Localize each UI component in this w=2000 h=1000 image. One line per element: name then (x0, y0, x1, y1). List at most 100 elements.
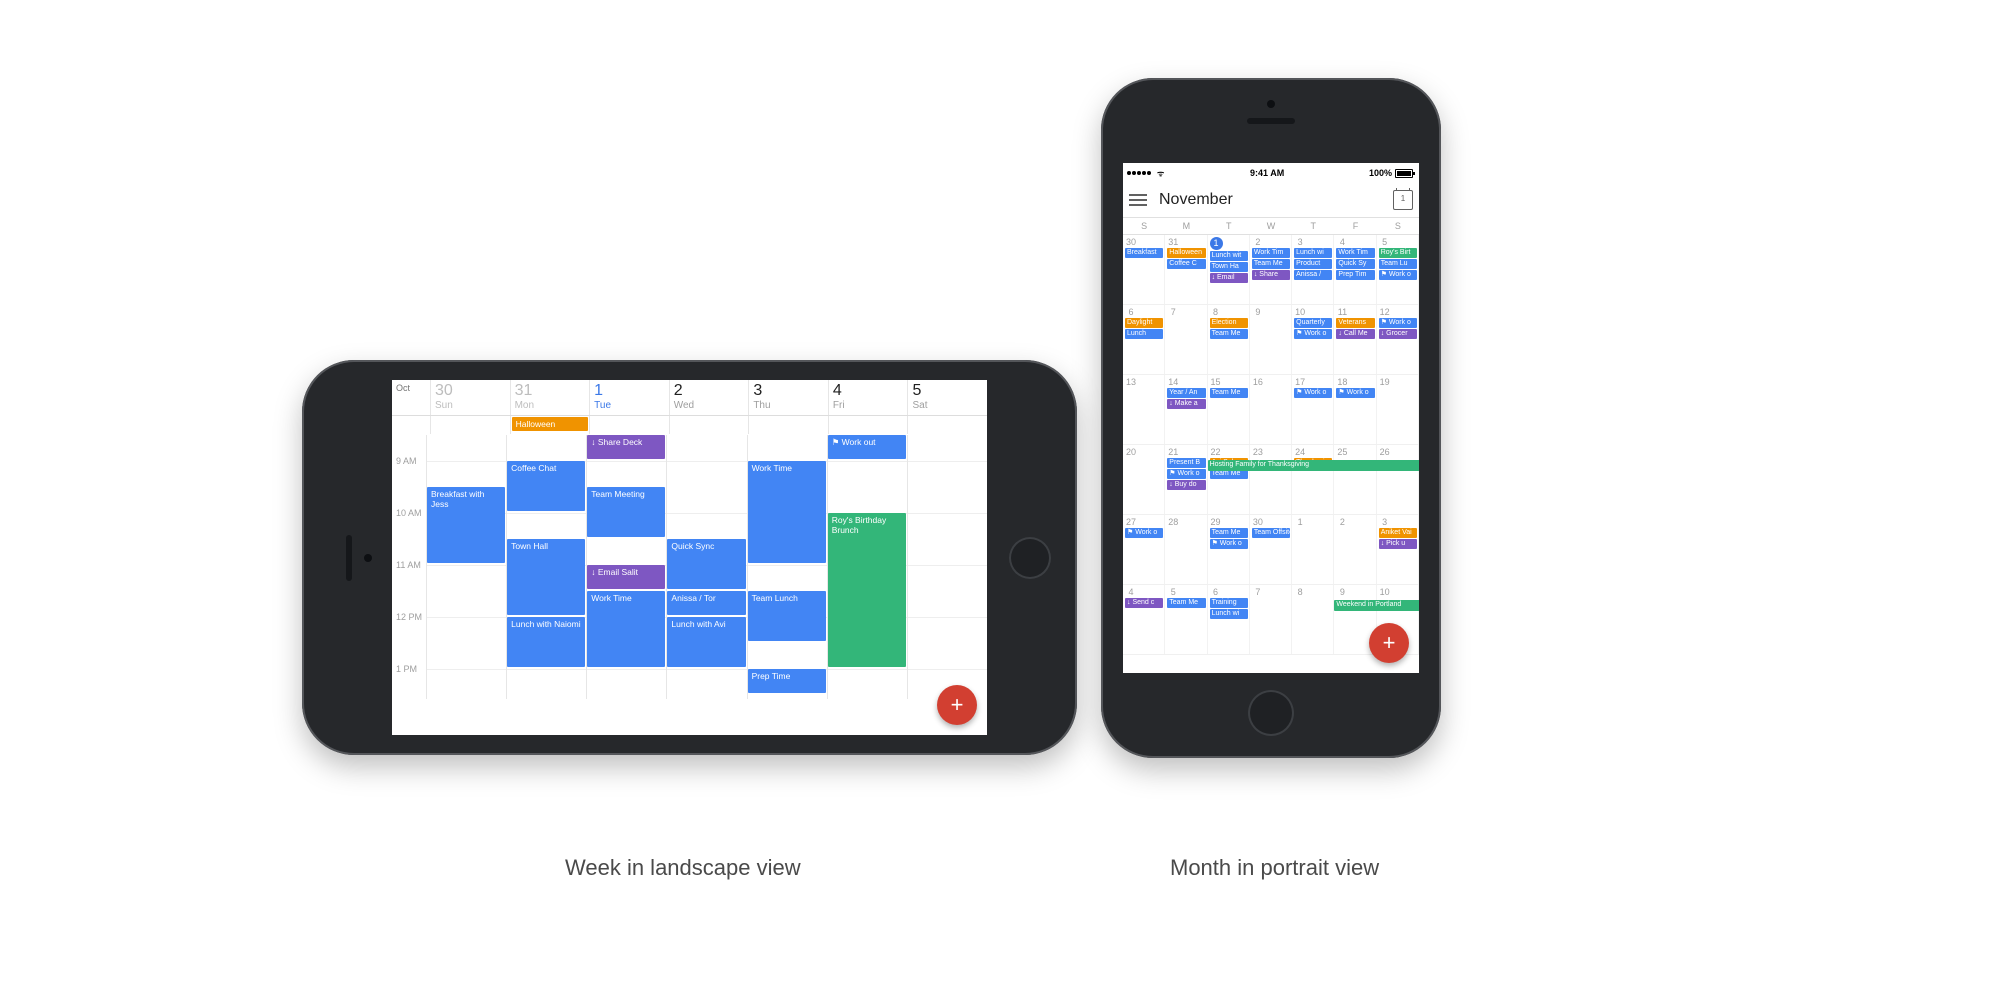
month-cell[interactable]: 26 (1377, 445, 1419, 514)
event-chip[interactable]: Breakfast (1125, 248, 1163, 258)
month-cell[interactable]: 14Year / An↓ Make a (1165, 375, 1207, 444)
week-day-header[interactable]: 2Wed (669, 380, 749, 415)
month-cell[interactable]: 1 (1292, 515, 1334, 584)
today-icon[interactable]: 1 (1393, 190, 1413, 210)
calendar-event[interactable]: Coffee Chat (507, 461, 585, 511)
event-chip[interactable]: ⚑ Work o (1294, 388, 1332, 398)
calendar-event[interactable]: Breakfast with Jess (427, 487, 505, 563)
allday-cell[interactable] (748, 416, 828, 434)
event-chip[interactable]: Town Ha (1210, 262, 1248, 272)
week-day-header[interactable]: 1Tue (589, 380, 669, 415)
calendar-event[interactable]: Quick Sync (667, 539, 745, 589)
event-chip[interactable]: Team Me (1167, 598, 1205, 608)
month-cell[interactable]: 22Avi SalzTeam Me (1208, 445, 1250, 514)
event-chip[interactable]: Veterans (1336, 318, 1374, 328)
month-cell[interactable]: 9 (1250, 305, 1292, 374)
event-chip[interactable]: ↓ Share (1252, 270, 1290, 280)
event-chip[interactable]: Halloween (1167, 248, 1205, 258)
month-cell[interactable]: 29Team Me⚑ Work o (1208, 515, 1250, 584)
event-chip[interactable]: ⚑ Work o (1210, 539, 1248, 549)
event-chip[interactable]: ↓ Grocer (1379, 329, 1417, 339)
month-cell[interactable]: 17⚑ Work o (1292, 375, 1334, 444)
month-cell[interactable]: 4Work TimQuick SyPrep Tim (1334, 235, 1376, 304)
event-chip[interactable]: Year / An (1167, 388, 1205, 398)
calendar-event[interactable]: ⚑ Work out (828, 435, 906, 459)
calendar-event[interactable]: Team Meeting (587, 487, 665, 537)
month-cell[interactable]: 6TrainingLunch wi (1208, 585, 1250, 654)
event-chip[interactable]: Aniket Vai (1379, 528, 1417, 538)
allday-cell[interactable] (907, 416, 987, 434)
month-cell[interactable]: 11Veterans↓ Call Me (1334, 305, 1376, 374)
month-cell[interactable]: 25 (1334, 445, 1376, 514)
month-cell[interactable]: 7 (1165, 305, 1207, 374)
event-chip[interactable]: ↓ Call Me (1336, 329, 1374, 339)
month-cell[interactable]: 6DaylightLunch (1123, 305, 1165, 374)
event-chip[interactable]: Team Me (1210, 388, 1248, 398)
calendar-event[interactable]: ↓ Share Deck (587, 435, 665, 459)
event-chip[interactable]: ↓ Send c (1125, 598, 1163, 608)
event-chip[interactable]: Present B (1167, 458, 1205, 468)
calendar-event[interactable]: Town Hall (507, 539, 585, 615)
event-chip[interactable]: Product (1294, 259, 1332, 269)
home-button[interactable] (1248, 690, 1294, 736)
allday-cell[interactable] (669, 416, 749, 434)
event-chip[interactable]: ⚑ Work o (1125, 528, 1163, 538)
event-chip[interactable]: ⚑ Work o (1167, 469, 1205, 479)
month-cell[interactable]: 5Roy's BirtTeam Lu⚑ Work o (1377, 235, 1419, 304)
event-chip[interactable]: ⚑ Work o (1379, 318, 1417, 328)
create-event-fab[interactable]: + (1369, 623, 1409, 663)
month-cell[interactable]: 7 (1250, 585, 1292, 654)
calendar-event[interactable]: Team Lunch (748, 591, 826, 641)
month-cell[interactable]: 13 (1123, 375, 1165, 444)
event-chip[interactable]: ↓ Buy do (1167, 480, 1205, 490)
home-button[interactable] (1009, 537, 1051, 579)
event-chip[interactable]: Team Offsite (1252, 528, 1290, 538)
event-chip[interactable]: ⚑ Work o (1379, 270, 1417, 280)
week-day-header[interactable]: 5Sat (907, 380, 987, 415)
month-cell[interactable]: 12⚑ Work o↓ Grocer (1377, 305, 1419, 374)
event-chip[interactable]: ↓ Pick u (1379, 539, 1417, 549)
month-cell[interactable]: 15Team Me (1208, 375, 1250, 444)
event-chip[interactable]: Team Me (1210, 528, 1248, 538)
month-cell[interactable]: 1Lunch witTown Ha↓ Email (1208, 235, 1250, 304)
month-cell[interactable]: 4↓ Send c (1123, 585, 1165, 654)
event-chip[interactable]: Anissa / (1294, 270, 1332, 280)
calendar-event[interactable]: Work Time (748, 461, 826, 563)
month-cell[interactable]: 3Aniket Vai↓ Pick u (1377, 515, 1419, 584)
event-chip[interactable]: Daylight (1125, 318, 1163, 328)
event-chip[interactable]: Prep Tim (1336, 270, 1374, 280)
event-chip-span[interactable]: Weekend in Portland (1334, 600, 1419, 611)
event-chip[interactable]: Team Me (1252, 259, 1290, 269)
month-cell[interactable]: 2Work TimTeam Me↓ Share (1250, 235, 1292, 304)
event-chip[interactable]: Lunch wit (1210, 251, 1248, 261)
event-chip-span[interactable]: Hosting Family for Thanksgiving (1208, 460, 1419, 471)
month-cell[interactable]: 23 (1250, 445, 1292, 514)
event-chip[interactable]: Election (1210, 318, 1248, 328)
calendar-event[interactable]: Roy's Birthday Brunch (828, 513, 906, 667)
month-cell[interactable]: 28 (1165, 515, 1207, 584)
month-cell[interactable]: 10Quarterly⚑ Work o (1292, 305, 1334, 374)
allday-cell[interactable] (430, 416, 510, 434)
event-chip[interactable]: Team Lu (1379, 259, 1417, 269)
month-cell[interactable]: 21Present B⚑ Work o↓ Buy do (1165, 445, 1207, 514)
menu-icon[interactable] (1129, 194, 1147, 206)
allday-cell[interactable]: Halloween (510, 416, 590, 434)
week-grid[interactable]: 9 AM10 AM11 AM12 PM1 PMBreakfast with Je… (392, 435, 987, 699)
week-day-header[interactable]: 31Mon (510, 380, 590, 415)
calendar-event[interactable]: ↓ Email Salit (587, 565, 665, 589)
month-cell[interactable]: 8ElectionTeam Me (1208, 305, 1250, 374)
event-chip[interactable]: Coffee C (1167, 259, 1205, 269)
month-cell[interactable]: 8 (1292, 585, 1334, 654)
event-chip[interactable]: Quick Sy (1336, 259, 1374, 269)
allday-event[interactable]: Halloween (512, 417, 589, 431)
event-chip[interactable]: Quarterly (1294, 318, 1332, 328)
event-chip[interactable]: ↓ Email (1210, 273, 1248, 283)
month-cell[interactable]: 27⚑ Work o (1123, 515, 1165, 584)
allday-cell[interactable] (589, 416, 669, 434)
week-day-header[interactable]: 3Thu (748, 380, 828, 415)
month-cell[interactable]: 30Team Offsite (1250, 515, 1292, 584)
event-chip[interactable]: Lunch wi (1210, 609, 1248, 619)
month-cell[interactable]: 31HalloweenCoffee C (1165, 235, 1207, 304)
event-chip[interactable]: Training (1210, 598, 1248, 608)
calendar-event[interactable]: Lunch with Avi (667, 617, 745, 667)
